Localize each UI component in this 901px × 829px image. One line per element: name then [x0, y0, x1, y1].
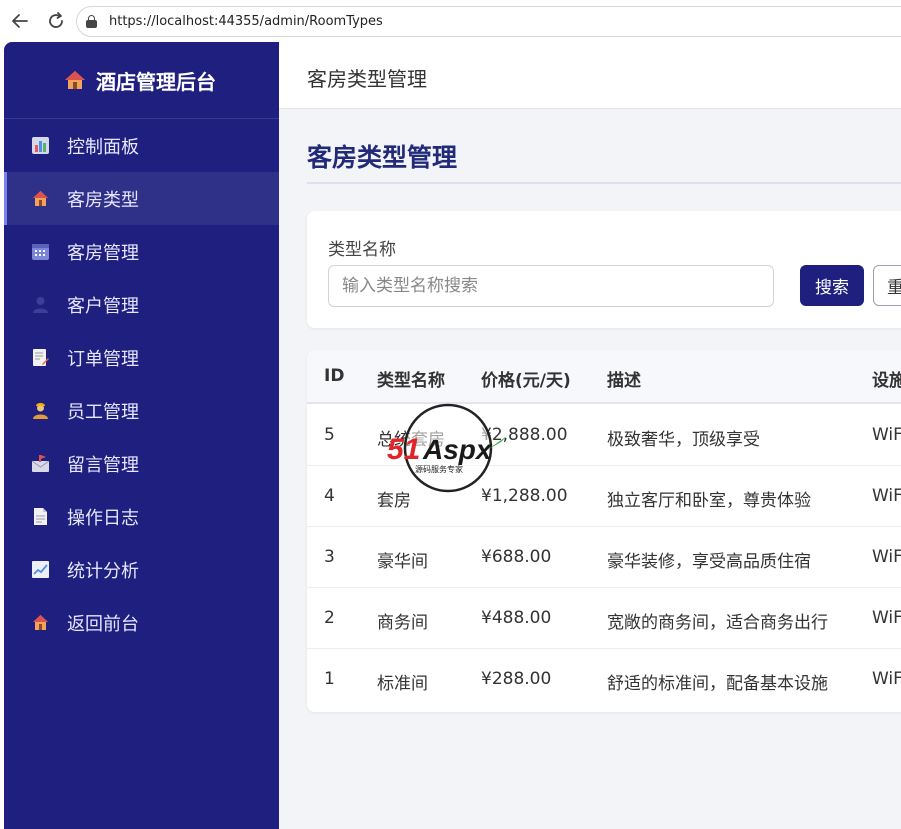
sidebar-brand: 酒店管理后台 — [4, 42, 279, 119]
cell-id: 3 — [324, 547, 335, 567]
bar-chart-icon — [32, 137, 49, 154]
cell-id: 1 — [324, 669, 335, 689]
sidebar-item-logs[interactable]: 操作日志 — [4, 490, 279, 543]
cell-description: 豪华装修，享受高品质住宿 — [607, 552, 811, 572]
sidebar-item-label: 客户管理 — [67, 296, 139, 317]
type-name-search-input[interactable] — [328, 265, 774, 307]
cell-price: ¥288.00 — [481, 669, 552, 689]
column-header-name[interactable]: 类型名称 — [377, 366, 445, 391]
table-header: ID 类型名称 价格(元/天) 描述 设施 — [307, 350, 901, 404]
sidebar-item-label: 员工管理 — [67, 402, 139, 423]
sidebar-item-room-types[interactable]: 客房类型 — [4, 172, 279, 225]
table-row[interactable]: 1 标准间 ¥288.00 舒适的标准间，配备基本设施 WiF — [307, 649, 901, 710]
sidebar-item-label: 订单管理 — [67, 349, 139, 370]
cell-facilities: WiF — [872, 486, 901, 506]
column-header-price[interactable]: 价格(元/天) — [481, 366, 571, 391]
header-title: 客房类型管理 — [307, 67, 427, 91]
memo-icon — [33, 349, 49, 366]
svg-text:51: 51 — [387, 433, 420, 466]
mailbox-icon — [32, 455, 49, 472]
back-arrow-icon[interactable] — [9, 10, 31, 32]
main-content: 客房类型管理 客房类型管理 类型名称 搜索 重 ID 类型名称 价格(元/天) … — [279, 42, 901, 829]
calendar-icon — [32, 244, 49, 260]
sidebar-item-dashboard[interactable]: 控制面板 — [4, 119, 279, 172]
address-bar[interactable]: https://localhost:44355/admin/RoomTypes — [76, 6, 901, 37]
house-icon — [33, 615, 48, 630]
cell-facilities: WiF — [872, 669, 901, 689]
house-icon — [65, 71, 85, 89]
cell-id: 5 — [324, 425, 335, 445]
cell-facilities: WiF — [872, 547, 901, 567]
cell-price: ¥688.00 — [481, 547, 552, 567]
sidebar-item-messages[interactable]: 留言管理 — [4, 437, 279, 490]
sidebar-item-rooms[interactable]: 客房管理 — [4, 225, 279, 278]
search-panel: 类型名称 搜索 重 — [307, 211, 901, 328]
sidebar-item-label: 控制面板 — [67, 137, 139, 158]
sidebar-item-staff[interactable]: 员工管理 — [4, 384, 279, 437]
cell-name: 标准间 — [377, 674, 428, 694]
browser-toolbar: https://localhost:44355/admin/RoomTypes — [0, 0, 901, 42]
cell-id: 2 — [324, 608, 335, 628]
cell-name: 豪华间 — [377, 552, 428, 572]
cell-description: 极致奢华，顶级享受 — [607, 430, 760, 450]
worker-icon — [33, 403, 48, 419]
column-header-facilities[interactable]: 设施 — [872, 366, 901, 391]
title-divider — [307, 182, 901, 184]
cell-description: 独立客厅和卧室，尊贵体验 — [607, 491, 811, 511]
column-header-id[interactable]: ID — [324, 366, 344, 386]
cell-id: 4 — [324, 486, 335, 506]
cell-description: 宽敞的商务间，适合商务出行 — [607, 613, 828, 633]
search-button[interactable]: 搜索 — [800, 265, 864, 306]
sidebar: 酒店管理后台 控制面板 客房类型 客房管理 客户管理 订单管理 员工管理 留言管… — [4, 42, 279, 829]
top-header: 客房类型管理 — [279, 42, 901, 109]
table-row[interactable]: 3 豪华间 ¥688.00 豪华装修，享受高品质住宿 WiF — [307, 527, 901, 588]
cell-name: 商务间 — [377, 613, 428, 633]
type-name-label: 类型名称 — [328, 240, 396, 260]
document-icon — [34, 508, 47, 525]
url-text: https://localhost:44355/admin/RoomTypes — [109, 14, 383, 29]
sidebar-item-label: 操作日志 — [67, 508, 139, 529]
user-icon — [33, 297, 48, 313]
sidebar-item-back-to-frontend[interactable]: 返回前台 — [4, 596, 279, 649]
sidebar-item-label: 统计分析 — [67, 561, 139, 582]
lock-icon[interactable] — [86, 15, 97, 28]
sidebar-item-orders[interactable]: 订单管理 — [4, 331, 279, 384]
svg-text:源码服务专家: 源码服务专家 — [415, 464, 463, 474]
cell-price: ¥488.00 — [481, 608, 552, 628]
line-chart-icon — [32, 561, 49, 578]
page-title: 客房类型管理 — [307, 143, 458, 172]
brand-title: 酒店管理后台 — [96, 70, 216, 94]
sidebar-item-label: 返回前台 — [67, 614, 139, 635]
house-icon — [33, 191, 48, 206]
cell-facilities: WiF — [872, 425, 901, 445]
table-row[interactable]: 2 商务间 ¥488.00 宽敞的商务间，适合商务出行 WiF — [307, 588, 901, 649]
sidebar-item-customers[interactable]: 客户管理 — [4, 278, 279, 331]
cell-facilities: WiF — [872, 608, 901, 628]
sidebar-item-label: 客房类型 — [67, 190, 139, 211]
svg-text:Aspx: Aspx — [422, 434, 493, 465]
sidebar-item-statistics[interactable]: 统计分析 — [4, 543, 279, 596]
sidebar-item-label: 留言管理 — [67, 455, 139, 476]
reload-icon[interactable] — [45, 10, 67, 32]
watermark-logo: 51 Aspx 源码服务专家 — [387, 403, 507, 493]
sidebar-item-label: 客房管理 — [67, 243, 139, 264]
column-header-description[interactable]: 描述 — [607, 366, 641, 391]
cell-description: 舒适的标准间，配备基本设施 — [607, 674, 828, 694]
reset-button[interactable]: 重 — [873, 265, 901, 306]
